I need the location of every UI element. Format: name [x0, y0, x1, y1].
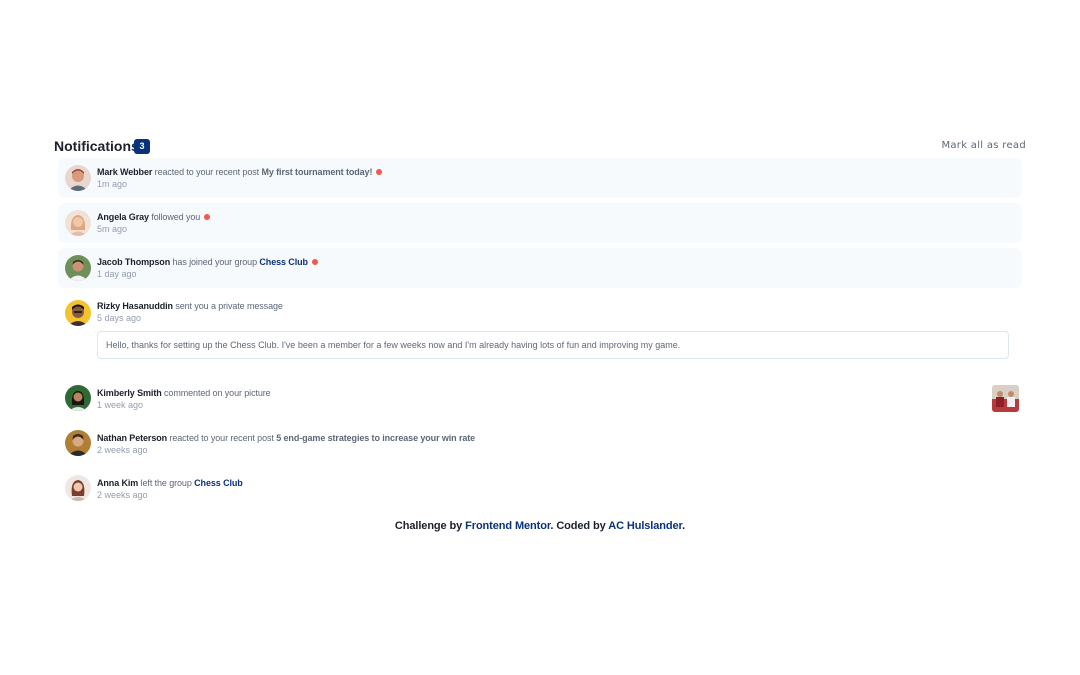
- notifications-header: Notifications 3 Mark all as read: [54, 138, 1030, 160]
- avatar-rizky-hasanuddin[interactable]: [65, 300, 91, 326]
- user-name[interactable]: Kimberly Smith: [97, 388, 162, 398]
- user-name[interactable]: Jacob Thompson: [97, 257, 170, 267]
- notification-action: commented on your picture: [164, 388, 271, 398]
- notification-text: Kimberly Smith commented on your picture: [97, 388, 271, 398]
- unread-dot-icon: [311, 259, 318, 265]
- notification-item[interactable]: Mark Webber reacted to your recent post …: [58, 158, 1022, 198]
- avatar-kimberly-smith[interactable]: [65, 385, 91, 411]
- user-name[interactable]: Mark Webber: [97, 167, 152, 177]
- mark-all-read-button[interactable]: Mark all as read: [941, 140, 1026, 151]
- notification-action: left the group: [140, 478, 192, 488]
- notification-time: 5 days ago: [97, 313, 142, 323]
- post-link[interactable]: My first tournament today!: [261, 167, 372, 177]
- private-message-preview[interactable]: Hello, thanks for setting up the Chess C…: [97, 331, 1009, 359]
- notification-item[interactable]: Anna Kim left the group Chess Club 2 wee…: [58, 470, 1022, 510]
- notification-text: Anna Kim left the group Chess Club: [97, 478, 243, 488]
- avatar-nathan-peterson[interactable]: [65, 430, 91, 456]
- notification-item[interactable]: Jacob Thompson has joined your group Che…: [58, 248, 1022, 288]
- user-name[interactable]: Nathan Peterson: [97, 433, 167, 443]
- group-link[interactable]: Chess Club: [259, 257, 308, 267]
- notification-action: has joined your group: [172, 257, 258, 267]
- page-title: Notifications: [54, 138, 139, 154]
- frontend-mentor-link[interactable]: Frontend Mentor: [465, 520, 550, 532]
- notification-time: 1 week ago: [97, 400, 144, 410]
- post-link[interactable]: 5 end-game strategies to increase your w…: [276, 433, 475, 443]
- commented-picture-thumbnail[interactable]: [992, 385, 1019, 412]
- footer-middle: . Coded by: [550, 520, 606, 532]
- user-name[interactable]: Angela Gray: [97, 212, 149, 222]
- notification-item[interactable]: Angela Gray followed you 5m ago: [58, 203, 1022, 243]
- notification-time: 5m ago: [97, 224, 128, 234]
- unread-dot-icon: [376, 169, 383, 175]
- author-link[interactable]: AC Hulslander: [608, 520, 682, 532]
- notification-text: Rizky Hasanuddin sent you a private mess…: [97, 301, 283, 311]
- avatar-jacob-thompson[interactable]: [65, 255, 91, 281]
- attribution-footer: Challenge by Frontend Mentor. Coded by A…: [0, 520, 1080, 532]
- notification-time: 2 weeks ago: [97, 445, 148, 455]
- unread-count-badge: 3: [134, 139, 150, 154]
- footer-prefix: Challenge by: [394, 520, 463, 532]
- notification-item[interactable]: Kimberly Smith commented on your picture…: [58, 380, 1022, 420]
- footer-suffix: .: [682, 520, 686, 532]
- user-name[interactable]: Rizky Hasanuddin: [97, 301, 173, 311]
- notification-time: 2 weeks ago: [97, 490, 148, 500]
- notification-text: Nathan Peterson reacted to your recent p…: [97, 433, 475, 443]
- notification-item[interactable]: Nathan Peterson reacted to your recent p…: [58, 425, 1022, 465]
- notification-action: reacted to your recent post: [154, 167, 260, 177]
- notification-action: followed you: [151, 212, 201, 222]
- notification-action: reacted to your recent post: [169, 433, 274, 443]
- avatar-anna-kim[interactable]: [65, 475, 91, 501]
- notification-text: Mark Webber reacted to your recent post …: [97, 167, 383, 177]
- user-name[interactable]: Anna Kim: [97, 478, 138, 488]
- notification-time: 1m ago: [97, 179, 128, 189]
- notifications-panel: Notifications 3 Mark all as read Mark We…: [54, 138, 1030, 501]
- notification-action: sent you a private message: [175, 301, 283, 311]
- notification-text: Angela Gray followed you: [97, 212, 211, 222]
- avatar-mark-webber[interactable]: [65, 165, 91, 191]
- avatar-angela-gray[interactable]: [65, 210, 91, 236]
- notification-time: 1 day ago: [97, 269, 137, 279]
- group-link[interactable]: Chess Club: [194, 478, 243, 488]
- unread-dot-icon: [204, 214, 211, 220]
- notification-text: Jacob Thompson has joined your group Che…: [97, 257, 318, 267]
